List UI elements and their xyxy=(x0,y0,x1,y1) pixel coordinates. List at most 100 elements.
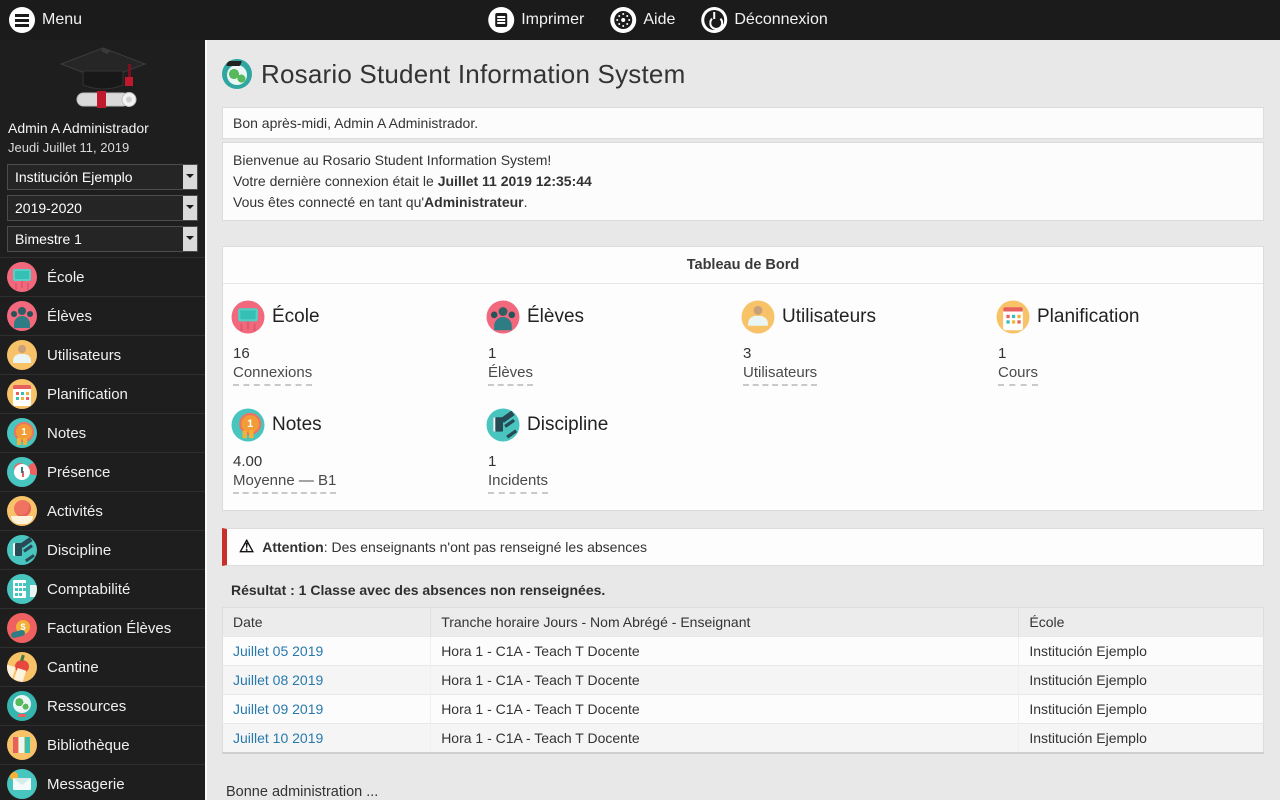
sidebar-item-discipline[interactable]: Discipline xyxy=(0,531,205,570)
header-period: Tranche horaire Jours - Nom Abrégé - Ens… xyxy=(431,608,1019,637)
header-date: Date xyxy=(223,608,431,637)
school-cell: Institución Ejemplo xyxy=(1019,637,1264,666)
school-icon xyxy=(232,301,265,334)
period-cell: Hora 1 - C1A - Teach T Docente xyxy=(431,695,1019,724)
period-cell: Hora 1 - C1A - Teach T Docente xyxy=(431,637,1019,666)
accounting-icon xyxy=(7,574,37,604)
stat-title: Notes xyxy=(272,414,322,436)
sidebar-nav: École Élèves Utilisateurs Planification … xyxy=(0,257,205,800)
library-icon xyxy=(7,730,37,760)
scheduling-icon xyxy=(7,379,37,409)
sidebar-item-ecole[interactable]: École xyxy=(0,258,205,297)
sidebar-item-label: Planification xyxy=(47,386,128,403)
stat-label: Moyenne — B1 xyxy=(233,472,336,494)
sidebar-item-label: Ressources xyxy=(47,698,126,715)
stat-label: Connexions xyxy=(233,364,312,386)
print-button[interactable]: Imprimer xyxy=(488,7,584,33)
school-icon xyxy=(7,262,37,292)
warning-banner: Attention: Des enseignants n'ont pas ren… xyxy=(222,528,1264,566)
stat-notes: Notes 4.00 Moyenne — B1 xyxy=(233,410,488,494)
date-link[interactable]: Juillet 09 2019 xyxy=(233,701,323,717)
greeting-box: Bon après-midi, Admin A Administrador. xyxy=(222,107,1264,139)
resources-icon xyxy=(7,691,37,721)
scheduling-icon xyxy=(997,301,1030,334)
sidebar-item-label: Utilisateurs xyxy=(47,347,121,364)
year-select[interactable]: 2019-2020 xyxy=(7,195,198,221)
food-icon xyxy=(7,652,37,682)
year-select-value: 2019-2020 xyxy=(15,200,82,216)
period-select-value: Bimestre 1 xyxy=(15,231,82,247)
topbar-actions: Imprimer Aide Déconnexion xyxy=(488,7,828,33)
warning-icon xyxy=(239,537,254,557)
print-label: Imprimer xyxy=(521,11,584,29)
stat-value: 3 xyxy=(743,345,998,362)
sidebar-item-label: Élèves xyxy=(47,308,92,325)
attendance-icon xyxy=(7,457,37,487)
warning-text: Attention: Des enseignants n'ont pas ren… xyxy=(262,539,647,555)
table-row: Juillet 09 2019 Hora 1 - C1A - Teach T D… xyxy=(223,695,1264,724)
sidebar-item-notes[interactable]: Notes xyxy=(0,414,205,453)
print-icon xyxy=(488,7,514,33)
help-button[interactable]: Aide xyxy=(610,7,675,33)
users-icon xyxy=(7,340,37,370)
footer-message: Bonne administration ... xyxy=(222,784,1264,800)
welcome-line2: Votre dernière connexion était le Juille… xyxy=(233,171,1253,192)
sidebar-item-facturation[interactable]: Facturation Élèves xyxy=(0,609,205,648)
date-link[interactable]: Juillet 08 2019 xyxy=(233,672,323,688)
stat-title: Élèves xyxy=(527,306,584,328)
sidebar-item-label: Cantine xyxy=(47,659,99,676)
stat-utilisateurs: Utilisateurs 3 Utilisateurs xyxy=(743,302,998,386)
sidebar-item-ressources[interactable]: Ressources xyxy=(0,687,205,726)
stat-eleves: Élèves 1 Élèves xyxy=(488,302,743,386)
discipline-icon xyxy=(487,409,520,442)
logout-button[interactable]: Déconnexion xyxy=(701,7,827,33)
date-link[interactable]: Juillet 10 2019 xyxy=(233,730,323,746)
school-select[interactable]: Institución Ejemplo xyxy=(7,164,198,190)
grades-icon xyxy=(232,409,265,442)
stat-title: École xyxy=(272,306,320,328)
sidebar-item-comptabilite[interactable]: Comptabilité xyxy=(0,570,205,609)
stat-title: Utilisateurs xyxy=(782,306,876,328)
menu-button[interactable]: Menu xyxy=(9,7,82,33)
sidebar-item-eleves[interactable]: Élèves xyxy=(0,297,205,336)
sidebar-item-presence[interactable]: Présence xyxy=(0,453,205,492)
sidebar-item-label: Bibliothèque xyxy=(47,737,130,754)
main-content: Rosario Student Information System Bon a… xyxy=(205,40,1280,800)
stat-label: Utilisateurs xyxy=(743,364,817,386)
grades-icon xyxy=(7,418,37,448)
table-row: Juillet 05 2019 Hora 1 - C1A - Teach T D… xyxy=(223,637,1264,666)
stat-planification: Planification 1 Cours xyxy=(998,302,1253,386)
stat-value: 1 xyxy=(488,453,743,470)
period-select[interactable]: Bimestre 1 xyxy=(7,226,198,252)
stat-label: Élèves xyxy=(488,364,533,386)
school-cell: Institución Ejemplo xyxy=(1019,724,1264,754)
activities-icon xyxy=(7,496,37,526)
welcome-line3: Vous êtes connecté en tant qu'Administra… xyxy=(233,192,1253,213)
sidebar-selects: Institución Ejemplo 2019-2020 Bimestre 1 xyxy=(0,164,205,252)
stat-title: Discipline xyxy=(527,414,608,436)
sidebar-item-label: Messagerie xyxy=(47,776,125,793)
period-cell: Hora 1 - C1A - Teach T Docente xyxy=(431,666,1019,695)
sidebar-item-bibliotheque[interactable]: Bibliothèque xyxy=(0,726,205,765)
billing-icon xyxy=(7,613,37,643)
sidebar-item-planification[interactable]: Planification xyxy=(0,375,205,414)
table-header-row: Date Tranche horaire Jours - Nom Abrégé … xyxy=(223,608,1264,637)
sidebar-item-activites[interactable]: Activités xyxy=(0,492,205,531)
date-link[interactable]: Juillet 05 2019 xyxy=(233,643,323,659)
sidebar-item-cantine[interactable]: Cantine xyxy=(0,648,205,687)
sidebar: Admin A Administrador Jeudi Juillet 11, … xyxy=(0,40,205,800)
sidebar-item-messagerie[interactable]: Messagerie xyxy=(0,765,205,800)
sidebar-item-label: Facturation Élèves xyxy=(47,620,171,637)
help-label: Aide xyxy=(643,11,675,29)
sidebar-item-utilisateurs[interactable]: Utilisateurs xyxy=(0,336,205,375)
graduation-cap-logo xyxy=(51,47,155,113)
period-cell: Hora 1 - C1A - Teach T Docente xyxy=(431,724,1019,754)
sidebar-item-label: Présence xyxy=(47,464,110,481)
user-name: Admin A Administrador xyxy=(0,118,205,136)
sidebar-item-label: Notes xyxy=(47,425,86,442)
current-date: Jeudi Juillet 11, 2019 xyxy=(0,136,205,155)
table-row: Juillet 10 2019 Hora 1 - C1A - Teach T D… xyxy=(223,724,1264,754)
stat-label: Incidents xyxy=(488,472,548,494)
school-cell: Institución Ejemplo xyxy=(1019,695,1264,724)
result-line: Résultat : 1 Classe avec des absences no… xyxy=(222,582,1264,598)
